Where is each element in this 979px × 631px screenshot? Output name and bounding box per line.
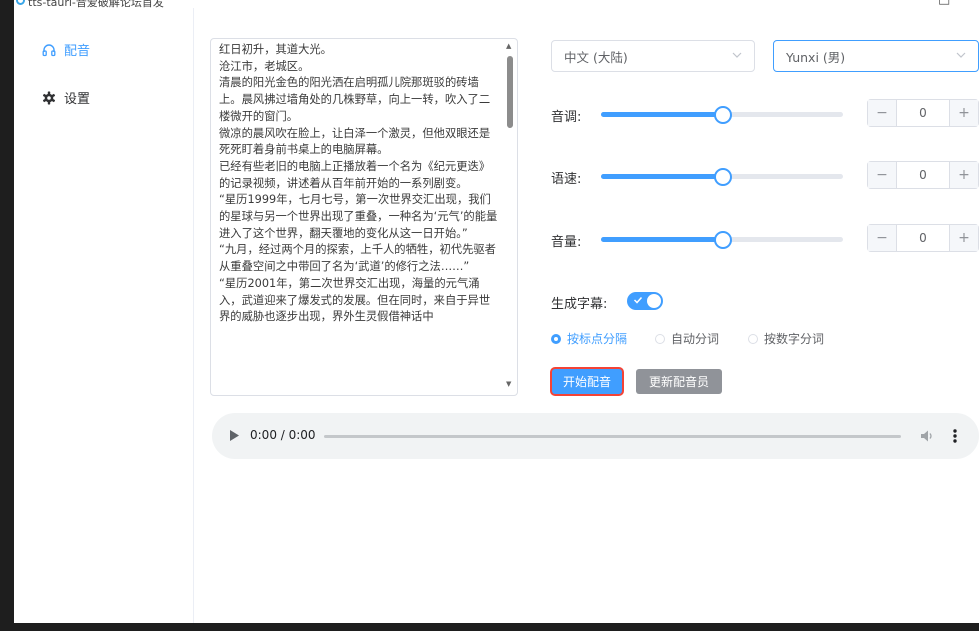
sidebar-item-label: 配音 bbox=[64, 44, 91, 59]
speed-increase-button[interactable]: + bbox=[949, 162, 978, 188]
maximize-icon[interactable]: □ bbox=[938, 0, 950, 7]
radio-label: 按标点分隔 bbox=[567, 332, 628, 346]
subtitle-label: 生成字幕: bbox=[551, 297, 608, 312]
headphones-icon bbox=[42, 43, 56, 57]
audio-time: 0:00 / 0:00 bbox=[250, 428, 316, 442]
speed-value[interactable]: 0 bbox=[897, 162, 949, 188]
language-select[interactable]: 中文 (大陆) bbox=[551, 40, 755, 72]
radio-dot bbox=[748, 333, 758, 344]
toggle-knob bbox=[647, 294, 661, 308]
pitch-value[interactable]: 0 bbox=[897, 100, 949, 126]
subtitle-toggle[interactable] bbox=[627, 292, 663, 310]
sidebar-item-dubbing[interactable]: 配音 bbox=[42, 40, 90, 59]
pitch-decrease-button[interactable]: − bbox=[868, 100, 897, 126]
play-icon[interactable] bbox=[230, 430, 239, 441]
check-icon bbox=[633, 296, 643, 304]
text-input-content: 红日初升，其道大光。 沧江市，老城区。 清晨的阳光金色的阳光洒在启明孤儿院那斑驳… bbox=[219, 43, 498, 324]
slider-fill bbox=[601, 237, 722, 242]
volume-slider[interactable] bbox=[601, 231, 843, 249]
slider-fill bbox=[601, 174, 722, 179]
pitch-increase-button[interactable]: + bbox=[949, 100, 978, 126]
gear-icon bbox=[42, 91, 56, 105]
audio-player: 0:00 / 0:00 bbox=[212, 413, 979, 459]
volume-icon[interactable] bbox=[919, 428, 935, 444]
audio-progress[interactable] bbox=[324, 435, 901, 438]
chevron-down-icon bbox=[956, 52, 966, 58]
split-punctuation-radio[interactable]: 按标点分隔 bbox=[551, 330, 627, 347]
sidebar-item-settings[interactable]: 设置 bbox=[42, 88, 90, 107]
start-dubbing-button[interactable]: 开始配音 bbox=[552, 369, 622, 394]
text-scrollbar[interactable]: ▲ ▼ bbox=[504, 42, 516, 390]
language-select-value: 中文 (大陆) bbox=[564, 49, 628, 65]
speed-stepper[interactable]: − 0 + bbox=[867, 161, 979, 189]
update-voices-button[interactable]: 更新配音员 bbox=[636, 369, 722, 394]
minimize-icon[interactable]: — bbox=[900, 0, 913, 7]
radio-dot bbox=[551, 333, 561, 344]
slider-thumb[interactable] bbox=[714, 106, 732, 124]
split-auto-radio[interactable]: 自动分词 bbox=[655, 330, 719, 347]
split-number-radio[interactable]: 按数字分词 bbox=[748, 330, 824, 347]
more-options-icon[interactable] bbox=[951, 427, 959, 445]
pitch-slider[interactable] bbox=[601, 106, 843, 124]
radio-label: 自动分词 bbox=[671, 332, 720, 346]
app-logo-icon bbox=[16, 0, 25, 5]
volume-value[interactable]: 0 bbox=[897, 225, 949, 251]
volume-stepper[interactable]: − 0 + bbox=[867, 224, 979, 252]
volume-increase-button[interactable]: + bbox=[949, 225, 978, 251]
text-input[interactable]: 红日初升，其道大光。 沧江市，老城区。 清晨的阳光金色的阳光洒在启明孤儿院那斑驳… bbox=[210, 38, 518, 396]
voice-select-value: Yunxi (男) bbox=[786, 49, 846, 65]
voice-select[interactable]: Yunxi (男) bbox=[773, 40, 979, 72]
slider-thumb[interactable] bbox=[714, 231, 732, 249]
pitch-stepper[interactable]: − 0 + bbox=[867, 99, 979, 127]
scroll-down-icon[interactable]: ▼ bbox=[506, 380, 511, 388]
radio-dot bbox=[655, 333, 665, 344]
volume-label: 音量: bbox=[551, 235, 582, 250]
volume-decrease-button[interactable]: − bbox=[868, 225, 897, 251]
speed-decrease-button[interactable]: − bbox=[868, 162, 897, 188]
app-window: tts-tauri-音爱破解论坛首发 — □ 配音 设置 红日初升，其道大光。 … bbox=[14, 0, 979, 623]
title-bar: tts-tauri-音爱破解论坛首发 — □ bbox=[14, 0, 979, 9]
speed-slider[interactable] bbox=[601, 168, 843, 186]
chevron-down-icon bbox=[732, 52, 742, 58]
scroll-up-icon[interactable]: ▲ bbox=[506, 42, 511, 50]
scroll-thumb[interactable] bbox=[507, 56, 513, 128]
speed-label: 语速: bbox=[551, 172, 582, 187]
radio-label: 按数字分词 bbox=[764, 332, 825, 346]
slider-thumb[interactable] bbox=[714, 168, 732, 186]
pitch-label: 音调: bbox=[551, 110, 582, 125]
sidebar-item-label: 设置 bbox=[64, 92, 91, 107]
sidebar: 配音 设置 bbox=[14, 8, 194, 623]
slider-fill bbox=[601, 112, 722, 117]
